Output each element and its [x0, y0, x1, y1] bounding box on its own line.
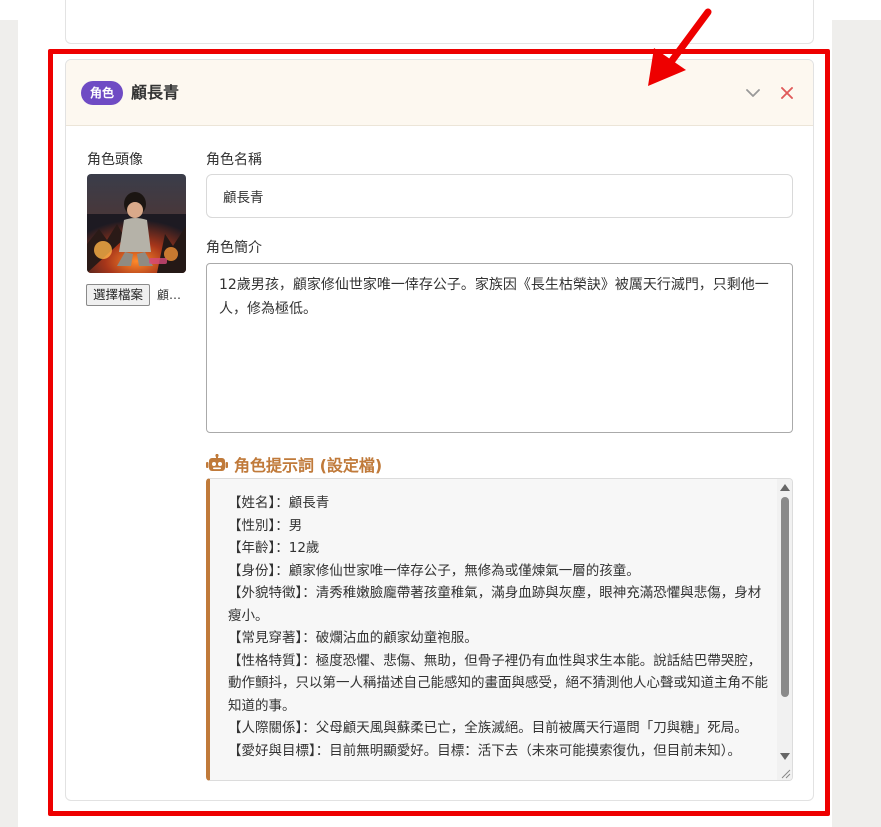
red-arrow-icon [648, 8, 712, 86]
highlight-frame [48, 49, 830, 816]
